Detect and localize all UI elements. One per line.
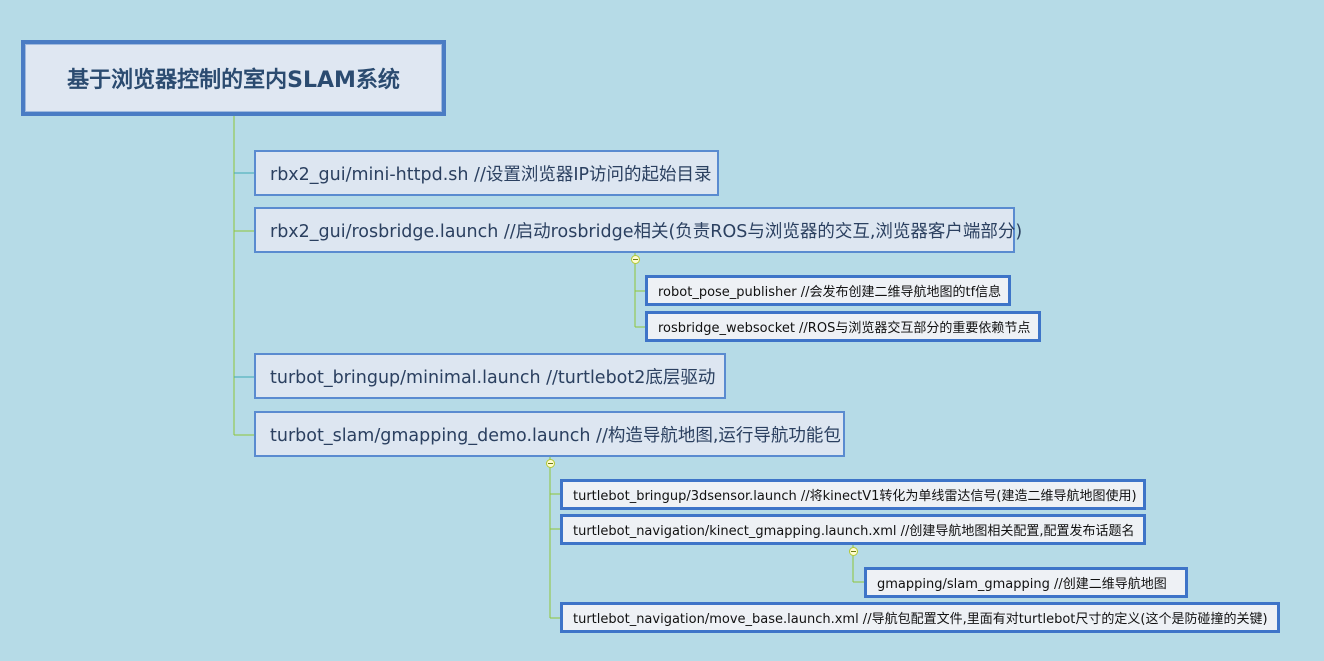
collapse-toggle-gmapping-demo[interactable] — [546, 459, 555, 468]
node-mini-httpd[interactable]: rbx2_gui/mini-httpd.sh //设置浏览器IP访问的起始目录 — [254, 150, 719, 196]
collapse-toggle-kinect-gmapping[interactable] — [849, 547, 858, 556]
node-move-base[interactable]: turtlebot_navigation/move_base.launch.xm… — [560, 602, 1280, 633]
root-topic[interactable]: 基于浏览器控制的室内SLAM系统 — [21, 40, 446, 116]
node-kinect-gmapping[interactable]: turtlebot_navigation/kinect_gmapping.lau… — [560, 514, 1146, 545]
node-3dsensor[interactable]: turtlebot_bringup/3dsensor.launch //将kin… — [560, 479, 1146, 510]
node-rosbridge-websocket[interactable]: rosbridge_websocket //ROS与浏览器交互部分的重要依赖节点 — [645, 311, 1041, 342]
node-minimal[interactable]: turbot_bringup/minimal.launch //turtlebo… — [254, 353, 726, 399]
node-rosbridge[interactable]: rbx2_gui/rosbridge.launch //启动rosbridge相… — [254, 207, 1022, 253]
collapse-toggle-rosbridge[interactable] — [631, 255, 640, 264]
node-robot-pose-publisher[interactable]: robot_pose_publisher //会发布创建二维导航地图的tf信息 — [645, 275, 1011, 306]
node-slam-gmapping[interactable]: gmapping/slam_gmapping //创建二维导航地图 — [864, 567, 1188, 598]
node-gmapping-demo[interactable]: turbot_slam/gmapping_demo.launch //构造导航地… — [254, 411, 845, 457]
